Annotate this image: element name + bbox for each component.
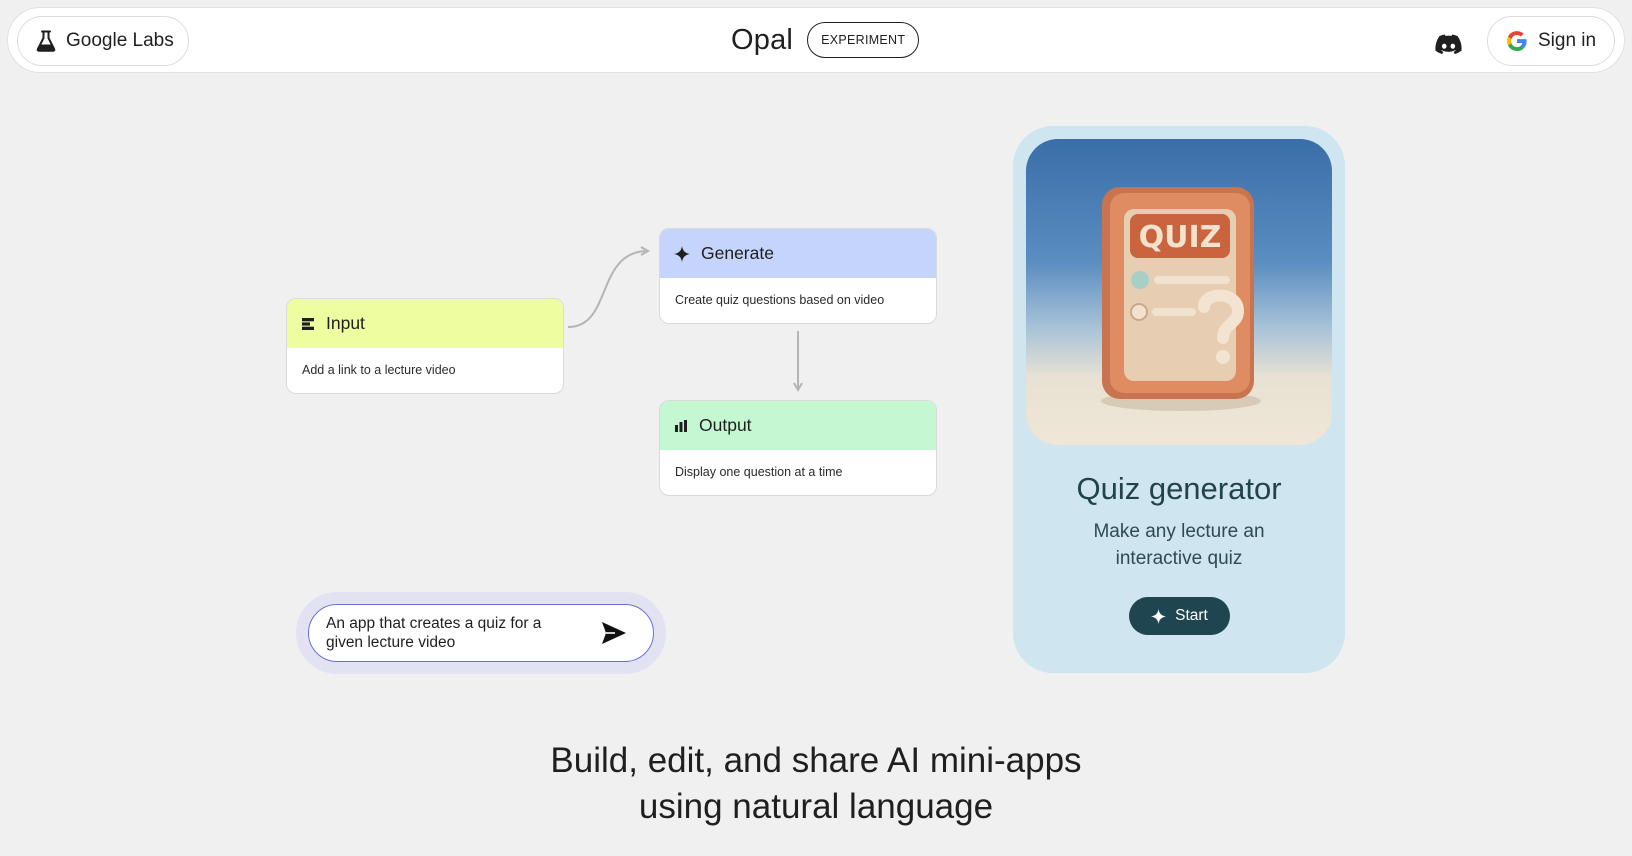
output-node-title: Output [699,415,752,435]
generate-node-header: Generate [660,229,936,278]
generate-node-title: Generate [701,243,774,263]
sign-in-label: Sign in [1538,30,1597,51]
input-node-description: Add a link to a lecture video [302,363,456,377]
start-button[interactable]: Start [1129,597,1230,635]
output-node-card[interactable]: Output Display one question at a time [659,400,937,496]
sign-in-button[interactable]: Sign in [1487,16,1615,66]
quiz-illustration: QUIZ [1026,139,1332,445]
brand-name: Opal [731,23,794,56]
input-node-header: Input [287,299,563,348]
start-button-label: Start [1175,607,1208,624]
discord-icon[interactable] [1435,34,1462,56]
brand: Opal EXPERIMENT [731,22,920,58]
prompt-input[interactable]: An app that creates a quiz for a given l… [308,604,654,662]
top-bar: Google Labs Opal EXPERIMENT Sign in [7,7,1625,73]
generate-node-description: Create quiz questions based on video [675,293,885,307]
tagline-line-1: Build, edit, and share AI mini-apps [550,741,1082,780]
google-labs-button[interactable]: Google Labs [17,16,189,66]
quiz-generator-card[interactable]: QUIZ Quiz generator Make any lecture an … [1013,126,1345,673]
output-icon [675,419,687,432]
output-node-description: Display one question at a time [675,465,843,479]
page: Google Labs Opal EXPERIMENT Sign in Inpu… [0,0,1632,856]
sparkle-icon [1151,608,1167,624]
generate-node-card[interactable]: Generate Create quiz questions based on … [659,228,937,324]
google-labs-label: Google Labs [66,30,174,51]
quiz-card-title: Quiz generator [1076,471,1282,506]
tagline-line-2: using natural language [638,787,994,826]
quiz-clipboard-illustration: QUIZ [1101,187,1261,411]
flask-icon [36,30,56,52]
input-node-card[interactable]: Input Add a link to a lecture video [286,298,564,394]
output-node-header: Output [660,401,936,450]
google-g-icon [1506,31,1527,52]
quiz-illustration-label: QUIZ [1139,220,1222,255]
prompt-text: An app that creates a quiz for a given l… [326,615,542,651]
quiz-card-subtitle: Make any lecture an interactive quiz [1093,521,1265,569]
input-node-title: Input [326,313,365,333]
send-icon[interactable] [601,621,627,645]
sparkle-icon [674,245,690,262]
input-icon [302,317,314,330]
hero-tagline: Build, edit, and share AI mini-apps usin… [0,738,1632,830]
experiment-badge: EXPERIMENT [807,22,920,58]
